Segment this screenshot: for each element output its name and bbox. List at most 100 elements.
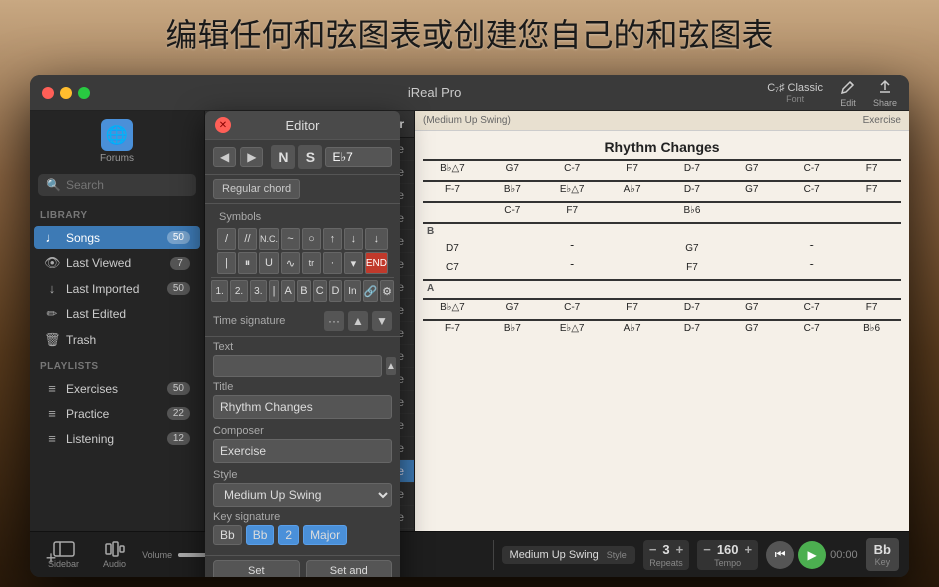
sheet-title: Rhythm Changes [423,139,901,155]
sym-bar[interactable]: | [217,252,236,274]
text-input[interactable] [213,355,382,377]
key-sig-label: Key signature [213,511,392,523]
sym-pause[interactable]: ⏸ [238,252,257,274]
style-display[interactable]: Medium Up Swing Style [502,546,635,564]
tempo-value: − 160 + [703,542,752,557]
regular-chord-button[interactable]: Regular chord [213,179,300,199]
letter-b[interactable]: B [297,280,311,302]
sheet-row-a: A [423,279,901,296]
key-sig-bb1[interactable]: Bb [213,525,242,545]
sheet-row-7: F-7 B♭7 E♭△7 A♭7 D-7 G7 C-7 B♭6 [423,319,901,336]
key-sig-row: Bb Bb 2 Major [213,525,392,545]
sym-wave[interactable]: ∿ [281,252,300,274]
sym-tr[interactable]: tr [302,252,321,274]
sym-end[interactable]: END [365,252,388,274]
repeats-section: − 3 + Repeats [643,540,689,570]
text-up-button[interactable]: ▲ [386,357,396,375]
sym-up[interactable]: ↑ [323,228,342,250]
symbols-label: Symbols [211,206,394,225]
sidebar-item-last-imported[interactable]: ↓ Last Imported 50 [34,277,200,300]
title-bar: iReal Pro C₇♯ Classic Font Edit Share [30,75,909,111]
traffic-lights [42,87,90,99]
sidebar-item-last-viewed[interactable]: 👁 Last Viewed 7 [34,251,200,275]
search-box[interactable]: 🔍 [38,174,196,196]
sheet-tempo-label: (Medium Up Swing) [423,115,511,126]
maximize-button[interactable] [78,87,90,99]
composer-label: Composer [213,425,392,437]
sidebar-item-last-edited[interactable]: ✏ Last Edited [34,302,200,326]
marker-bar[interactable]: | [269,280,279,302]
time-sig-down[interactable]: ▼ [372,311,392,331]
sym-down1[interactable]: ↓ [344,228,363,250]
composer-input[interactable] [213,439,392,463]
set-transpose-button[interactable]: Set and Transpose [306,560,393,577]
title-bar-actions: C₇♯ Classic Font Edit Share [767,78,897,108]
style-label: Style [213,469,392,481]
letter-a[interactable]: A [281,280,295,302]
sheet-row-b: B [423,222,901,239]
letter-d[interactable]: D [329,280,343,302]
sheet-row-5: C7 𝄻 F7 𝄻 [423,260,901,275]
marker-3[interactable]: 3. [250,280,267,302]
editor-title: Editor [286,118,320,133]
sym-dot[interactable]: · [323,252,342,274]
sidebar-item-trash[interactable]: 🗑 Trash [34,328,200,352]
sym-down2[interactable]: ↓ [365,228,388,250]
editor-close-button[interactable]: ✕ [215,117,231,133]
sheet-view: (Medium Up Swing) Exercise Rhythm Change… [415,111,909,531]
time-sig-up[interactable]: ▲ [348,311,368,331]
song-title-input[interactable] [213,395,392,419]
share-button[interactable]: Share [873,78,897,108]
sym-tilde[interactable]: ~ [281,228,300,250]
nav-forward-button[interactable]: ▶ [240,147,263,167]
repeats-plus[interactable]: + [676,542,684,557]
audio-icon [105,541,125,557]
tempo-plus[interactable]: + [745,542,753,557]
minimize-button[interactable] [60,87,72,99]
marker-2[interactable]: 2. [230,280,247,302]
letter-link[interactable]: 🔗 [363,280,379,302]
play-button[interactable]: ▶ [798,541,826,569]
letter-c[interactable]: C [313,280,327,302]
bottom-toolbar: Sidebar Audio Volume Medium Up Swing Sty… [30,531,909,577]
time-sig-dots[interactable]: ··· [324,311,344,331]
style-select[interactable]: Medium Up Swing [213,483,392,507]
letter-in[interactable]: In [344,280,360,302]
search-input[interactable] [66,178,188,192]
sym-staccato[interactable]: ▾ [344,252,363,274]
set-button[interactable]: Set [213,560,300,577]
key-display[interactable]: Bb Key [866,538,899,571]
chord-btn-row: Regular chord [205,175,400,204]
forums-icon[interactable]: 🌐 [101,119,133,151]
sheet-row-2: F-7 B♭7 E♭△7 A♭7 D-7 G7 C-7 F7 [423,180,901,197]
chinese-title: 编辑任何和弦图表或创建您自己的和弦图表 [0,10,939,56]
edit-button[interactable]: Edit [839,78,857,108]
chord-input[interactable]: E♭7 [325,147,392,167]
sidebar-item-listening[interactable]: ≡ Listening 12 [34,427,200,450]
sheet-row-3: C-7 F7 B♭6 [423,201,901,218]
rewind-button[interactable]: ⏮ [766,541,794,569]
sym-nc[interactable]: N.C. [259,228,279,250]
sheet-exercise-label: Exercise [863,115,901,126]
sidebar-item-songs[interactable]: ♩ Songs 50 [34,226,200,249]
key-sig-major[interactable]: Major [303,525,347,545]
app-window: iReal Pro C₇♯ Classic Font Edit Share [30,75,909,577]
sym-fermata[interactable]: U [259,252,279,274]
audio-toggle[interactable]: Audio [95,541,134,569]
sym-double-slash[interactable]: // [238,228,257,250]
key-sig-bb2[interactable]: Bb [246,525,275,545]
key-sig-2[interactable]: 2 [278,525,299,545]
sheet-row-4: D7 𝄻 G7 𝄻 [423,241,901,256]
close-button[interactable] [42,87,54,99]
practice-icon: ≡ [44,406,60,421]
sidebar-item-exercises[interactable]: ≡ Exercises 50 [34,377,200,400]
repeats-minus[interactable]: − [649,542,657,557]
key-label: Key [875,557,891,567]
sidebar-item-practice[interactable]: ≡ Practice 22 [34,402,200,425]
nav-back-button[interactable]: ◀ [213,147,236,167]
marker-1[interactable]: 1. [211,280,228,302]
sym-circle[interactable]: ○ [302,228,321,250]
tempo-minus[interactable]: − [703,542,711,557]
sym-slash[interactable]: / [217,228,236,250]
letter-gear[interactable]: ⚙ [380,280,394,302]
